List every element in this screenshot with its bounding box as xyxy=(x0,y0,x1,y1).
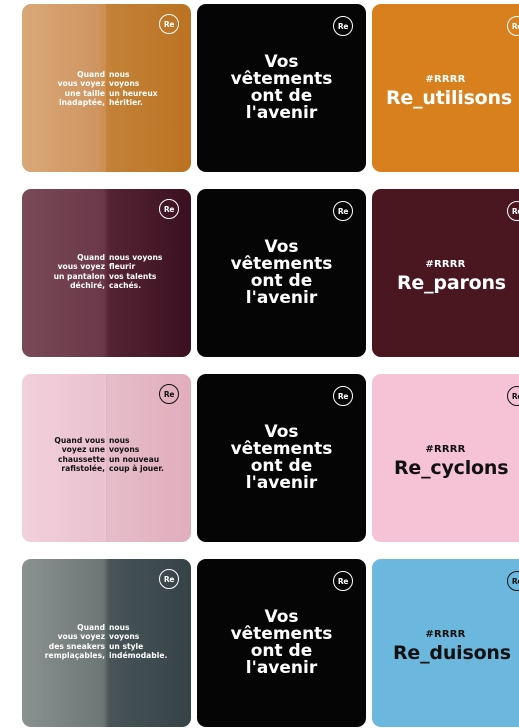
slogan-text: Vos vêtements ont de l'avenir xyxy=(230,237,333,308)
re-logo-icon: Re xyxy=(159,384,179,404)
photo-card-4[interactable]: Re Quand vous voyez des sneakers remplaç… xyxy=(22,559,191,727)
tag-word-1: Re_utilisons xyxy=(386,87,512,109)
caption-left-3: Quand vous voyez une chaussette rafistol… xyxy=(54,436,105,474)
tag-word-2: Re_parons xyxy=(397,272,506,294)
slogan-card-1[interactable]: Re Vos vêtements ont de l'avenir xyxy=(197,4,366,172)
slogan-text: Vos vêtements ont de l'avenir xyxy=(230,422,333,493)
re-logo-icon: Re xyxy=(507,386,519,406)
tag-word-3: Re_cyclons xyxy=(394,457,509,479)
re-logo-icon: Re xyxy=(159,14,179,34)
hashtag-label: #RRRR xyxy=(425,74,466,85)
photo-card-1[interactable]: Re Quand vous voyez une taille inadaptée… xyxy=(22,4,191,172)
slogan-text: Vos vêtements ont de l'avenir xyxy=(230,52,333,123)
re-logo-icon: Re xyxy=(159,569,179,589)
caption-right-2: nous voyons fleurir vos talents cachés. xyxy=(109,253,163,291)
slogan-card-4[interactable]: Re Vos vêtements ont de l'avenir xyxy=(197,559,366,727)
hashtag-label: #RRRR xyxy=(425,629,466,640)
slogan-card-2[interactable]: Re Vos vêtements ont de l'avenir xyxy=(197,189,366,357)
re-logo-icon: Re xyxy=(507,201,519,221)
caption-right-3: nous voyons un nouveau coup à jouer. xyxy=(109,436,164,474)
re-logo-icon: Re xyxy=(159,199,179,219)
slogan-text: Vos vêtements ont de l'avenir xyxy=(230,607,333,678)
re-logo-icon: Re xyxy=(507,571,519,591)
re-logo-icon: Re xyxy=(333,16,353,36)
hashtag-card-1[interactable]: Re #RRRR Re_utilisons xyxy=(372,4,519,172)
tag-word-4: Re_duisons xyxy=(393,642,511,664)
photo-card-3[interactable]: Re Quand vous voyez une chaussette rafis… xyxy=(22,374,191,542)
hashtag-card-4[interactable]: Re #RRRR Re_duisons xyxy=(372,559,519,727)
caption-right-1: nous voyons un heureux héritier. xyxy=(109,70,158,108)
caption-left-4: Quand vous voyez des sneakers remplaçabl… xyxy=(44,623,105,661)
hashtag-label: #RRRR xyxy=(425,259,466,270)
hashtag-card-3[interactable]: Re #RRRR Re_cyclons xyxy=(372,374,519,542)
hashtag-label: #RRRR xyxy=(425,444,466,455)
hashtag-card-2[interactable]: Re #RRRR Re_parons xyxy=(372,189,519,357)
re-logo-icon: Re xyxy=(333,571,353,591)
re-logo-icon: Re xyxy=(333,201,353,221)
photo-card-2[interactable]: Re Quand vous voyez un pantalon déchiré,… xyxy=(22,189,191,357)
slogan-card-3[interactable]: Re Vos vêtements ont de l'avenir xyxy=(197,374,366,542)
re-logo-icon: Re xyxy=(507,16,519,36)
caption-right-4: nous voyons un style indémodable. xyxy=(109,623,168,661)
caption-left-1: Quand vous voyez une taille inadaptée, xyxy=(57,70,105,108)
re-logo-icon: Re xyxy=(333,386,353,406)
caption-left-2: Quand vous voyez un pantalon déchiré, xyxy=(53,253,105,291)
